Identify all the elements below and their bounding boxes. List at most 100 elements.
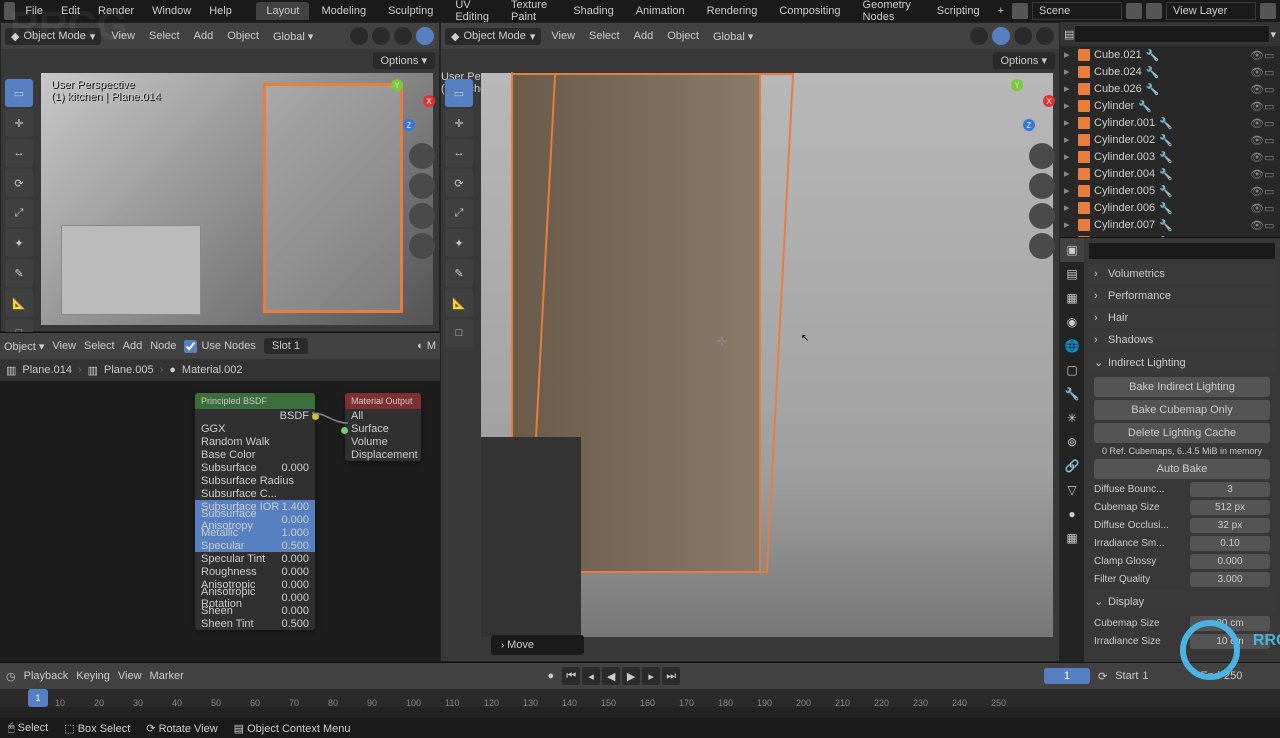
tool-scale-icon[interactable]: ⤢: [445, 199, 473, 227]
node-property-row[interactable]: Subsurface C...: [195, 487, 315, 500]
node-principled-bsdf[interactable]: Principled BSDF BSDF GGXRandom WalkBase …: [195, 393, 315, 630]
tl-view[interactable]: View: [118, 670, 142, 682]
panel-hair[interactable]: ›Hair: [1088, 308, 1276, 328]
node-property-row[interactable]: Specular0.500: [195, 539, 315, 552]
bake-indirect-button[interactable]: Bake Indirect Lighting: [1094, 377, 1270, 397]
play-icon[interactable]: ▶: [622, 667, 640, 685]
vp-menu-add[interactable]: Add: [630, 28, 658, 44]
outliner-search-input[interactable]: [1074, 25, 1270, 43]
view-layer-input[interactable]: [1166, 2, 1256, 20]
mode-selector[interactable]: ◆Object Mode▾: [5, 28, 101, 45]
keyframe-prev-icon[interactable]: ◂: [582, 667, 600, 685]
shading-material-icon[interactable]: [393, 26, 413, 46]
tab-viewlayer-icon[interactable]: ▦: [1060, 286, 1084, 310]
new-layer-icon[interactable]: [1260, 3, 1276, 19]
view-layer-icon[interactable]: [1146, 3, 1162, 19]
tab-physics-icon[interactable]: ⊚: [1060, 430, 1084, 454]
orientation-selector[interactable]: Global ▾: [709, 28, 757, 45]
vp-menu-view[interactable]: View: [107, 28, 139, 44]
filter-toggle-icon[interactable]: ▾: [1270, 28, 1276, 41]
pan-icon[interactable]: [1029, 173, 1055, 199]
tab-particles-icon[interactable]: ✳: [1060, 406, 1084, 430]
vp-menu-add[interactable]: Add: [190, 28, 218, 44]
bake-cubemap-button[interactable]: Bake Cubemap Only: [1094, 400, 1270, 420]
tool-measure-icon[interactable]: 📐: [445, 289, 473, 317]
panel-shadows[interactable]: ›Shadows: [1088, 330, 1276, 350]
jump-end-icon[interactable]: ⏭: [662, 667, 680, 685]
zoom-icon[interactable]: [409, 143, 435, 169]
tool-measure-icon[interactable]: 📐: [5, 289, 33, 317]
outliner-item[interactable]: ▸Cube.021🔧👁▭: [1060, 46, 1280, 63]
nav-gizmo[interactable]: X Y Z: [1003, 79, 1055, 131]
ne-menu-node[interactable]: Node: [150, 340, 176, 352]
node-property-row[interactable]: Base Color: [195, 448, 315, 461]
new-scene-icon[interactable]: [1126, 3, 1142, 19]
property-value-field[interactable]: 0.000: [1190, 554, 1270, 569]
tab-object-icon[interactable]: ▢: [1060, 358, 1084, 382]
tool-annotate-icon[interactable]: ✎: [445, 259, 473, 287]
workspace-tab-sculpting[interactable]: Sculpting: [378, 2, 443, 20]
use-nodes-checkbox[interactable]: Use Nodes: [184, 340, 255, 353]
perspective-toggle-icon[interactable]: [1029, 233, 1055, 259]
options-dropdown[interactable]: Options ▾: [993, 52, 1056, 69]
node-property-row[interactable]: Subsurface0.000: [195, 461, 315, 474]
tl-playback[interactable]: Playback: [24, 670, 69, 682]
panel-display[interactable]: ⌄Display: [1088, 591, 1276, 612]
vp-menu-object[interactable]: Object: [663, 28, 703, 44]
ne-menu-add[interactable]: Add: [123, 340, 143, 352]
node-property-row[interactable]: Roughness0.000: [195, 565, 315, 578]
tab-texture-icon[interactable]: ▦: [1060, 526, 1084, 550]
tool-transform-icon[interactable]: ✦: [5, 229, 33, 257]
vp-menu-select[interactable]: Select: [585, 28, 624, 44]
tool-rotate-icon[interactable]: ⟳: [445, 169, 473, 197]
bc-mesh[interactable]: Plane.005: [104, 364, 154, 376]
nav-gizmo[interactable]: X Y Z: [383, 79, 435, 131]
outliner-item[interactable]: ▸Cylinder.001🔧👁▭: [1060, 114, 1280, 131]
property-value-field[interactable]: 0.10: [1190, 536, 1270, 551]
workspace-add-button[interactable]: +: [992, 2, 1010, 20]
filter-icon[interactable]: ▤: [1064, 28, 1074, 41]
tool-select-box-icon[interactable]: ▭: [445, 79, 473, 107]
node-property-row[interactable]: GGX: [195, 422, 315, 435]
bsdf-output-socket[interactable]: [312, 413, 319, 420]
outliner-item[interactable]: ▸Cylinder.004🔧👁▭: [1060, 165, 1280, 182]
shading-rendered-icon[interactable]: [415, 26, 435, 46]
bc-mat[interactable]: Material.002: [182, 364, 243, 376]
tl-marker[interactable]: Marker: [150, 670, 184, 682]
panel-volumetrics[interactable]: ›Volumetrics: [1088, 264, 1276, 284]
auto-key-icon[interactable]: ●: [547, 670, 554, 682]
tab-scene-icon[interactable]: ◉: [1060, 310, 1084, 334]
workspace-tab-animation[interactable]: Animation: [626, 2, 695, 20]
camera-view-icon[interactable]: [409, 203, 435, 229]
shading-wireframe-icon[interactable]: [349, 26, 369, 46]
menu-render[interactable]: Render: [90, 2, 142, 20]
viewport-canvas[interactable]: [41, 73, 433, 325]
shading-material-icon[interactable]: [1013, 26, 1033, 46]
shading-wireframe-icon[interactable]: [969, 26, 989, 46]
operator-hint[interactable]: › Move: [491, 635, 584, 655]
tab-data-icon[interactable]: ▽: [1060, 478, 1084, 502]
ne-menu-view[interactable]: View: [52, 340, 76, 352]
property-value-field[interactable]: 512 px: [1190, 500, 1270, 515]
tool-scale-icon[interactable]: ⤢: [5, 199, 33, 227]
orientation-selector[interactable]: Global ▾: [269, 28, 317, 45]
outliner-item[interactable]: ▸Cylinder.003🔧👁▭: [1060, 148, 1280, 165]
outliner-item[interactable]: ▸Cube.026🔧👁▭: [1060, 80, 1280, 97]
outliner-item[interactable]: ▸Cylinder.002🔧👁▭: [1060, 131, 1280, 148]
tab-world-icon[interactable]: 🌐: [1060, 334, 1084, 358]
workspace-tab-layout[interactable]: Layout: [256, 2, 309, 20]
tool-cursor-icon[interactable]: ✛: [445, 109, 473, 137]
props-search-input[interactable]: [1088, 242, 1276, 260]
node-property-row[interactable]: Random Walk: [195, 435, 315, 448]
bc-obj[interactable]: Plane.014: [22, 364, 72, 376]
play-reverse-icon[interactable]: ◀: [602, 667, 620, 685]
pan-icon[interactable]: [409, 173, 435, 199]
menu-help[interactable]: Help: [201, 2, 240, 20]
keyframe-next-icon[interactable]: ▸: [642, 667, 660, 685]
node-property-row[interactable]: Sheen Tint0.500: [195, 617, 315, 630]
vp-menu-select[interactable]: Select: [145, 28, 184, 44]
workspace-tab-rendering[interactable]: Rendering: [697, 2, 768, 20]
outliner-item[interactable]: ▸Cylinder.006🔧👁▭: [1060, 199, 1280, 216]
jump-start-icon[interactable]: ⏮: [562, 667, 580, 685]
options-dropdown[interactable]: Options ▾: [373, 52, 436, 69]
